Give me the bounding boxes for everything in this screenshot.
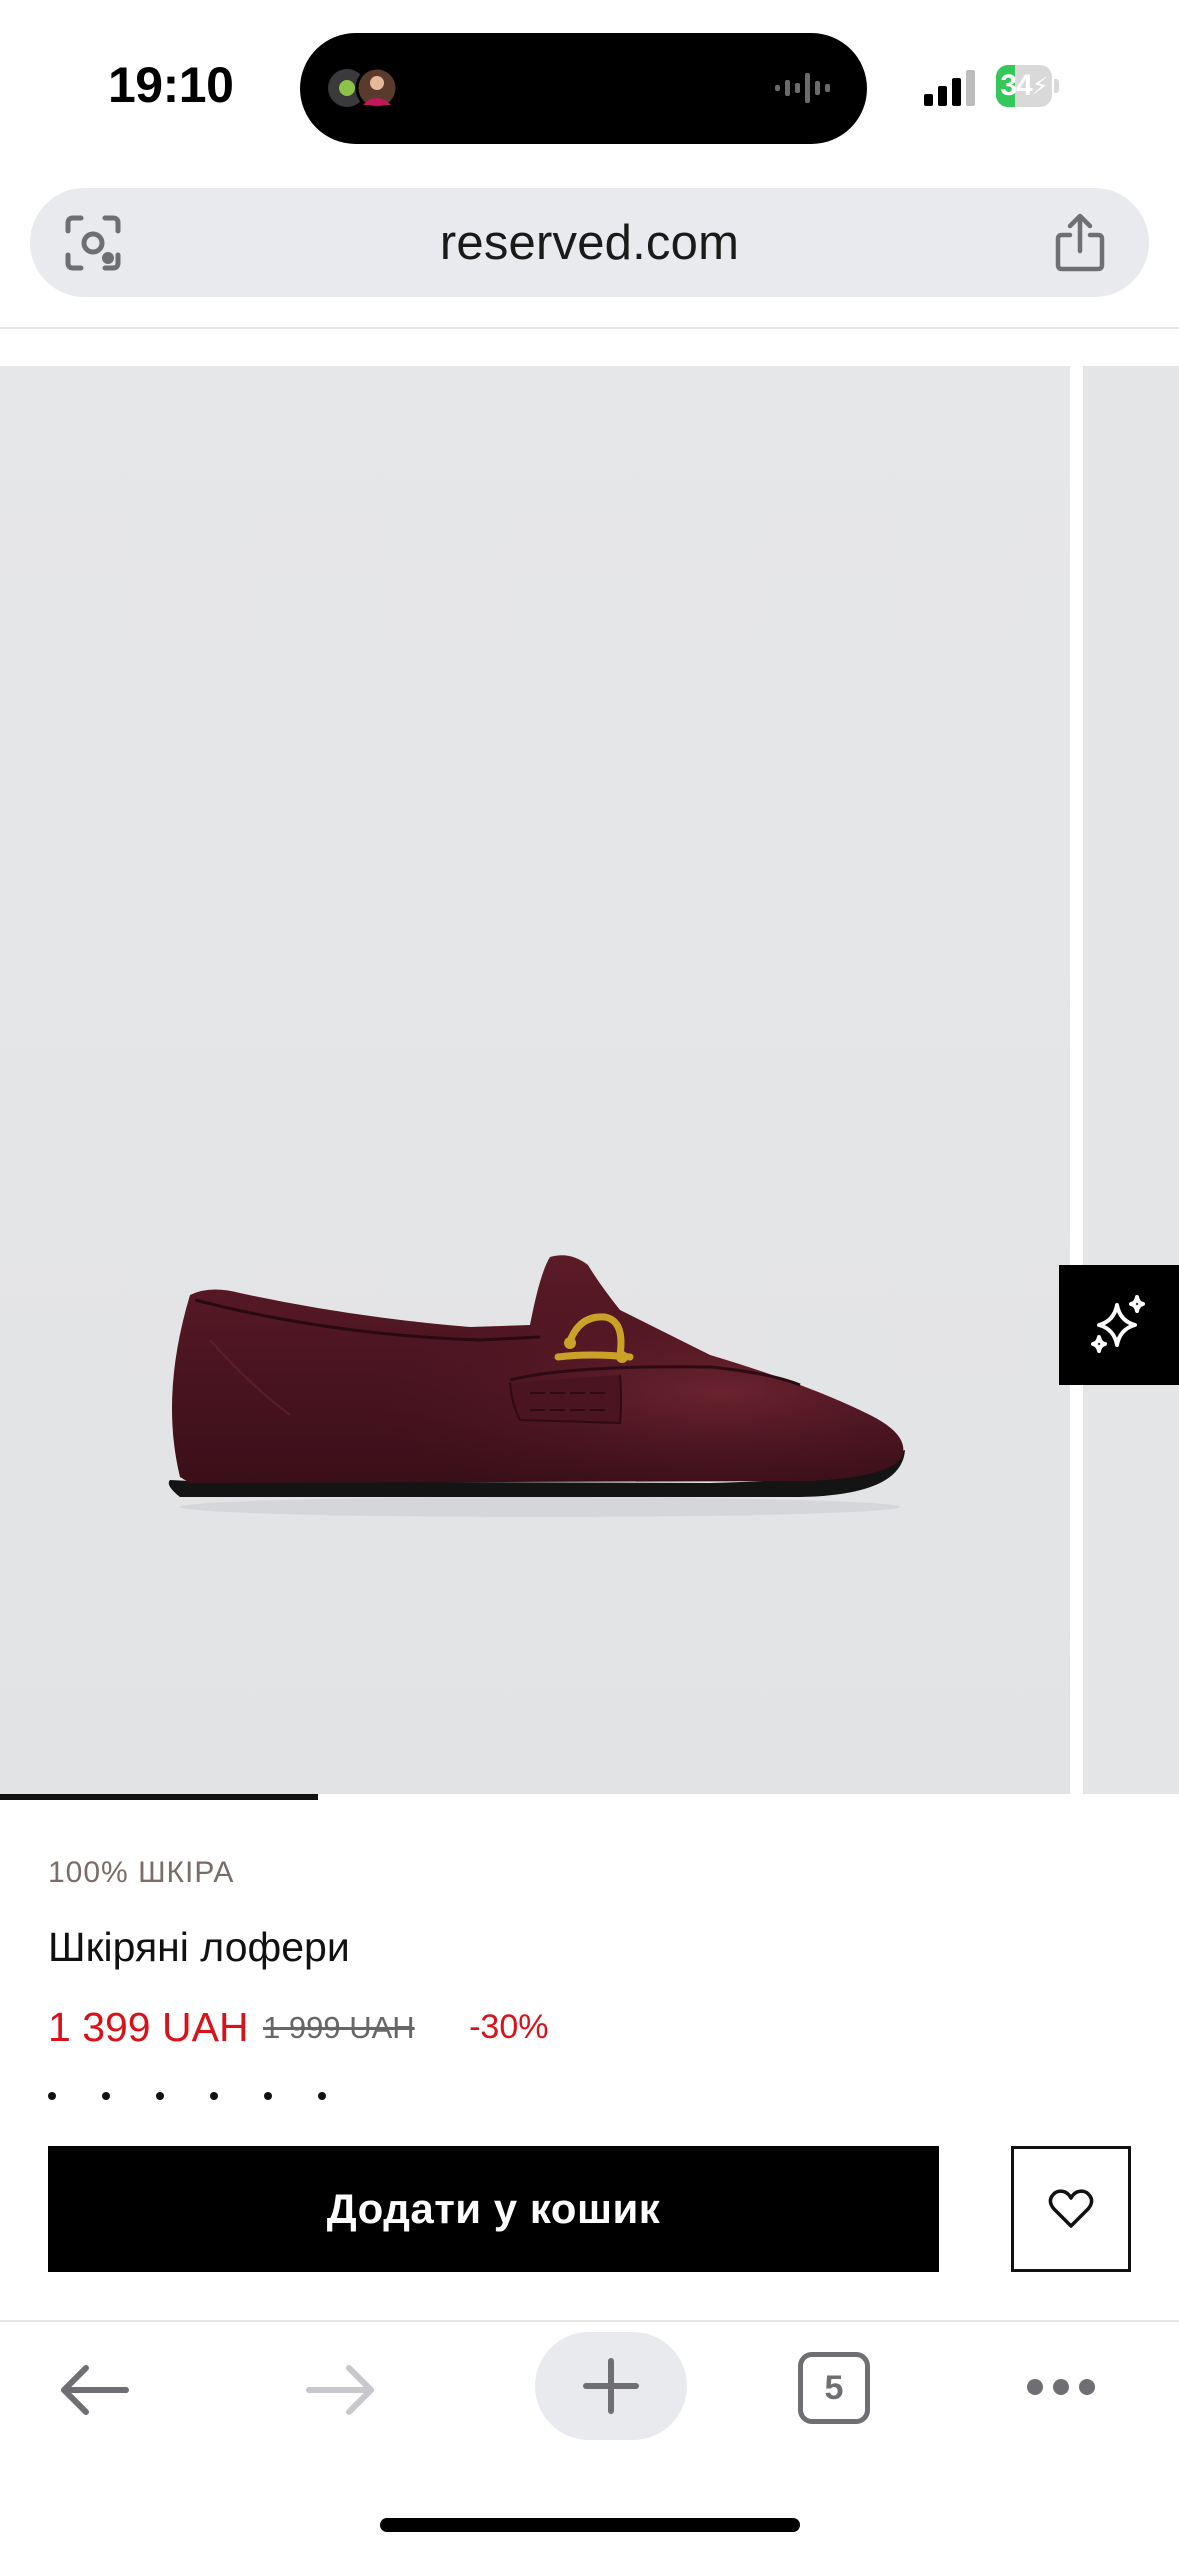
toolbar-divider [0, 327, 1179, 329]
battery-level: 34 ⚡ [1000, 69, 1048, 102]
product-page: 19:10 34 ⚡ reserved.com 100% ШКІРА Шкіря… [0, 0, 1179, 2556]
home-indicator[interactable] [380, 2518, 800, 2532]
price-row: 1 399 UAH 1 999 UAH -30% [48, 2004, 548, 2060]
add-to-cart-button[interactable]: Додати у кошик [48, 2146, 939, 2272]
dynamic-island[interactable] [300, 33, 867, 144]
more-icon[interactable] [1026, 2376, 1096, 2398]
loafer-image [140, 1596, 920, 1794]
back-arrow-icon[interactable] [58, 2362, 130, 2418]
cellular-signal-icon [924, 70, 975, 106]
product-name: Шкіряні лофери [48, 1924, 350, 1970]
plus-icon [583, 2358, 639, 2414]
product-image[interactable] [0, 366, 1070, 1794]
sparkles-icon [1091, 1295, 1145, 1353]
price-old: 1 999 UAH [263, 2009, 415, 2045]
material-badge: 100% ШКІРА [48, 1856, 235, 1889]
notification-avatars-icon [328, 66, 399, 110]
address-bar[interactable]: reserved.com [30, 188, 1149, 297]
forward-arrow-icon[interactable] [305, 2362, 377, 2418]
audio-waveform-icon [775, 73, 830, 103]
status-time: 19:10 [108, 57, 234, 113]
heart-icon [1048, 2189, 1094, 2228]
next-product-image[interactable] [1083, 366, 1179, 1794]
ai-assistant-button[interactable] [1059, 1265, 1179, 1385]
add-to-cart-bar: Додати у кошик [0, 2110, 1179, 2320]
discount-badge: -30% [469, 2008, 549, 2046]
tabs-button[interactable]: 5 [798, 2352, 870, 2424]
gallery-progress [0, 1794, 1179, 1800]
battery-indicator: 34 ⚡ [996, 65, 1060, 107]
price-current: 1 399 UAH [48, 2004, 249, 2050]
tab-count: 5 [824, 2368, 844, 2407]
gallery-progress-fill [0, 1794, 319, 1800]
wishlist-button[interactable] [1011, 2146, 1131, 2272]
bottom-bar-divider [0, 2320, 1179, 2322]
loafer-image [168, 1255, 905, 1517]
color-options-peek [48, 2086, 648, 2106]
share-icon[interactable] [1052, 213, 1108, 273]
new-tab-button[interactable] [535, 2332, 687, 2440]
url-text[interactable]: reserved.com [30, 188, 1149, 297]
